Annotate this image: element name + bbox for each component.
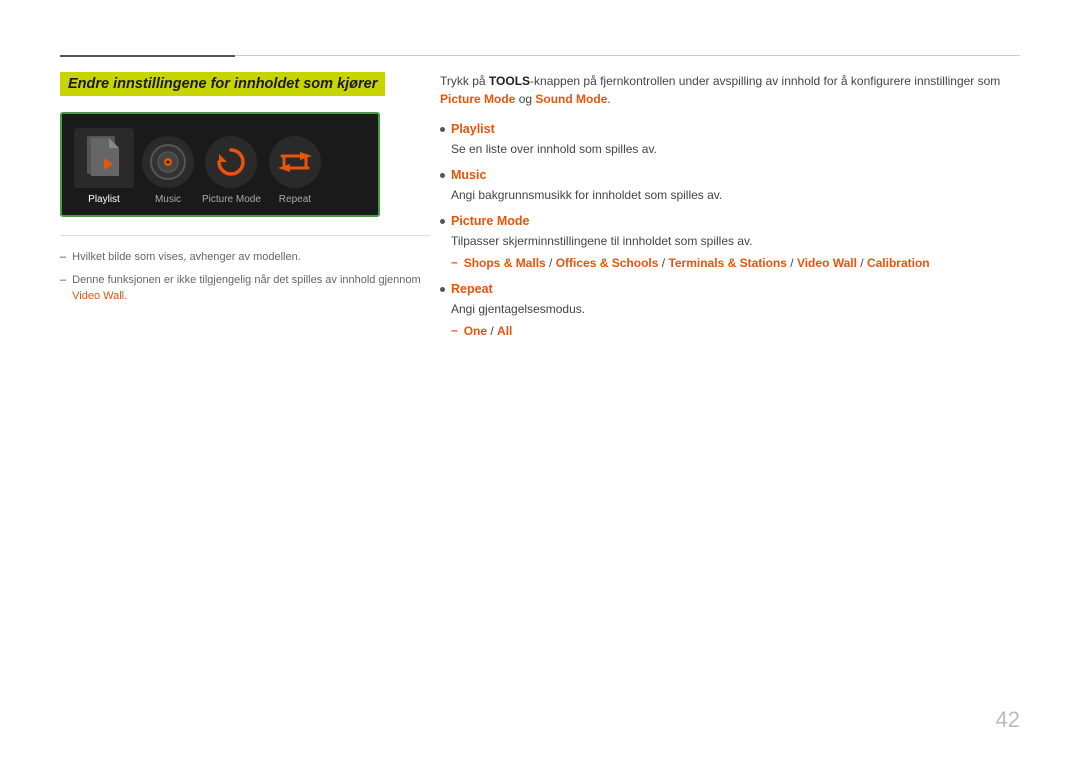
bullet-desc-picture-mode: Tilpasser skjerminnstillingene til innho…: [451, 232, 1020, 250]
bullet-title-playlist: Playlist: [451, 122, 495, 136]
player-box: Playlist Music: [60, 112, 380, 217]
bullet-desc-playlist: Se en liste over innhold som spilles av.: [451, 140, 1020, 158]
note-item-2: – Denne funksjonen er ikke tilgjengelig …: [60, 273, 430, 304]
right-column: Trykk på TOOLS-knappen på fjernkontrolle…: [440, 72, 1020, 350]
offices-schools-link: Offices & Schools: [556, 256, 659, 270]
repeat-icon-circle: [269, 136, 321, 188]
note-text-2: Denne funksjonen er ikke tilgjengelig nå…: [72, 273, 430, 304]
repeat-icon: [278, 148, 312, 176]
bullet-desc-music: Angi bakgrunnsmusikk for innholdet som s…: [451, 186, 1020, 204]
note-item-1: – Hvilket bilde som vises, avhenger av m…: [60, 250, 430, 265]
left-column: Endre innstillingene for innholdet som k…: [60, 72, 430, 312]
bullet-dot-music: [440, 173, 445, 178]
bullet-title-repeat: Repeat: [451, 282, 493, 296]
sub-item-picture-modes: – Shops & Malls / Offices & Schools / Te…: [451, 254, 1020, 272]
sub-item-repeat-options: – One / All: [451, 322, 1020, 340]
player-item-picture-mode: Picture Mode: [202, 136, 261, 205]
player-item-playlist: Playlist: [74, 128, 134, 205]
player-item-repeat: Repeat: [269, 136, 321, 205]
picture-mode-options: Shops & Malls / Offices & Schools / Term…: [464, 254, 930, 272]
document-icon: [85, 136, 123, 180]
sound-mode-ref: Sound Mode: [535, 92, 607, 106]
music-icon-circle: [142, 136, 194, 188]
video-wall-link[interactable]: Video Wall: [72, 290, 124, 302]
picture-mode-ref: Picture Mode: [440, 92, 515, 106]
music-label: Music: [155, 194, 181, 205]
bullet-picture-mode: Picture Mode Tilpasser skjerminnstilling…: [440, 214, 1020, 272]
bullet-title-picture-mode: Picture Mode: [451, 214, 530, 228]
music-vinyl-icon: [149, 143, 187, 181]
refresh-icon: [215, 146, 247, 178]
intro-text: Trykk på TOOLS-knappen på fjernkontrolle…: [440, 72, 1020, 108]
page-number: 42: [996, 707, 1020, 733]
section-heading: Endre innstillingene for innholdet som k…: [60, 72, 385, 96]
all-option-link: All: [497, 324, 512, 338]
video-wall-option-link: Video Wall: [797, 256, 857, 270]
bullet-music: Music Angi bakgrunnsmusikk for innholdet…: [440, 168, 1020, 204]
picture-mode-label: Picture Mode: [202, 194, 261, 205]
bullet-dot-playlist: [440, 127, 445, 132]
repeat-label: Repeat: [279, 194, 311, 205]
repeat-options: One / All: [464, 322, 513, 340]
bullet-repeat: Repeat Angi gjentagelsesmodus. – One / A…: [440, 282, 1020, 340]
player-item-music: Music: [142, 136, 194, 205]
bullet-playlist: Playlist Se en liste over innhold som sp…: [440, 122, 1020, 158]
bullet-desc-repeat: Angi gjentagelsesmodus.: [451, 300, 1020, 318]
bullet-dot-repeat: [440, 287, 445, 292]
terminals-stations-link: Terminals & Stations: [668, 256, 786, 270]
bullet-dot-picture-mode: [440, 219, 445, 224]
note-text-1: Hvilket bilde som vises, avhenger av mod…: [72, 250, 301, 265]
bullet-title-music: Music: [451, 168, 486, 182]
playlist-icon-box: [74, 128, 134, 188]
shops-malls-link: Shops & Malls: [464, 256, 546, 270]
tools-keyword: TOOLS: [489, 74, 530, 88]
notes-section: – Hvilket bilde som vises, avhenger av m…: [60, 235, 430, 304]
picture-mode-icon-circle: [205, 136, 257, 188]
playlist-label: Playlist: [88, 194, 120, 205]
one-option-link: One: [464, 324, 487, 338]
calibration-link: Calibration: [867, 256, 930, 270]
